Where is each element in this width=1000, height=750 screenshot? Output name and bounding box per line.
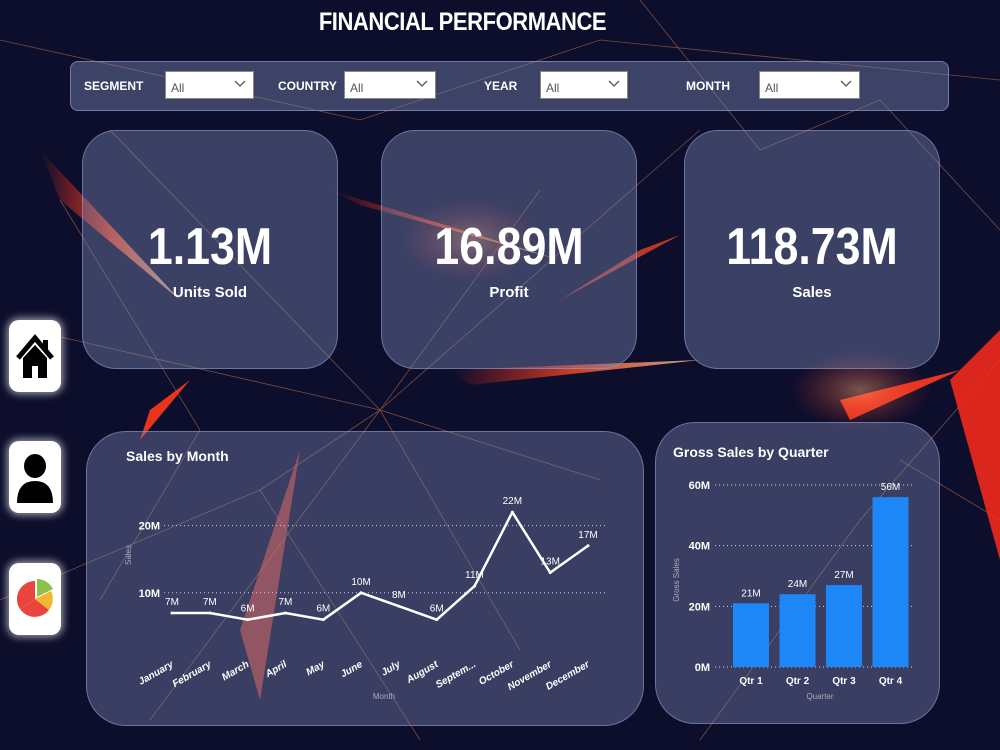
x-tick-label: April [263,659,289,681]
country-dropdown-value: All [350,81,364,95]
data-point [208,611,212,615]
data-label: 6M [430,604,444,615]
x-axis-label: Quarter [806,692,833,701]
page-title: FINANCIAL PERFORMANCE [318,8,607,36]
data-point [397,604,401,608]
x-tick-label: July [380,659,403,679]
data-label: 7M [165,597,179,608]
data-label: 11M [465,570,484,581]
chart-title: Gross Sales by Quarter [673,444,829,460]
chevron-down-icon [234,80,246,87]
kpi-value: 1.13M [147,218,273,276]
bar [733,603,769,667]
data-point [170,611,174,615]
x-tick-label: January [137,659,176,688]
country-dropdown[interactable]: All [344,71,436,99]
year-dropdown-value: All [546,81,560,95]
data-point [321,618,325,622]
home-icon [16,334,54,378]
month-dropdown[interactable]: All [759,71,860,99]
kpi-card-sales: 118.73M Sales [684,130,940,369]
data-point [586,544,590,548]
y-tick-label: 40M [689,541,710,553]
sales-line-series [172,510,589,621]
nav-user-button[interactable] [9,441,61,513]
x-tick-label: June [339,659,365,680]
gross-sales-by-quarter-chart: 0M 20M 40M 60M Gross Sales Quarter 21M Qtr 1 24M… [672,480,913,701]
x-tick-label: Septem... [434,659,478,691]
chevron-down-icon [840,80,852,87]
data-label: 10M [351,577,370,588]
kpi-label: Profit [489,284,529,301]
chevron-down-icon [608,80,620,87]
data-label: 56M [881,482,900,493]
chart-title: Sales by Month [126,448,229,464]
segment-dropdown-value: All [171,81,185,95]
data-point [473,584,477,588]
kpi-value: 118.73M [726,218,898,276]
x-axis-label: Month [373,692,395,701]
data-label: 6M [316,604,330,615]
data-label: 7M [203,597,217,608]
x-tick-label: December [544,659,592,693]
data-point [548,571,552,575]
kpi-card-profit: 16.89M Profit [381,130,637,369]
month-dropdown-value: All [765,81,779,95]
data-label: 22M [503,496,522,507]
y-tick-label: 0M [695,662,710,674]
user-icon [17,454,53,503]
y-tick-label: 10M [139,588,160,600]
y-axis-label: Gross Sales [672,558,681,602]
data-point [510,510,514,514]
segment-dropdown[interactable]: All [165,71,254,99]
kpi-value: 16.89M [434,218,584,276]
data-label: 8M [392,590,406,601]
x-tick-label: Qtr 1 [739,676,763,687]
chevron-down-icon [416,80,428,87]
x-tick-label: Qtr 3 [832,676,856,687]
pie-chart-icon [16,579,53,617]
sales-by-month-chart: 10M 20M Sales Month 7M January 7M February 6M Mar… [124,496,606,701]
data-point [359,591,363,595]
segment-filter-label: SEGMENT [84,79,144,93]
y-axis-label: Sales [124,545,133,565]
kpi-label: Units Sold [172,284,248,301]
y-tick-label: 20M [689,601,710,613]
nav-reports-button[interactable] [9,563,61,635]
nav-home-button[interactable] [9,320,61,392]
y-tick-label: 20M [139,521,160,533]
data-label: 17M [578,530,597,541]
data-label: 27M [834,570,853,581]
x-tick-label: February [171,659,214,690]
data-label: 21M [741,588,760,599]
data-label: 13M [540,557,559,568]
bar [872,497,909,667]
month-filter-label: MONTH [686,79,730,93]
bar [826,585,862,667]
kpi-card-units-sold: 1.13M Units Sold [82,130,338,369]
data-label: 7M [279,597,293,608]
data-label: 6M [241,604,255,615]
x-tick-label: Qtr 2 [786,676,810,687]
x-tick-label: May [304,659,327,678]
kpi-label: Sales [792,284,832,301]
filter-bar: SEGMENT All COUNTRY All YEAR All MONTH A… [70,61,949,111]
year-filter-label: YEAR [484,79,518,93]
y-tick-label: 60M [689,480,710,492]
bar [779,594,816,667]
data-point [283,611,287,615]
x-tick-label: Qtr 4 [879,676,903,687]
data-label: 24M [788,579,807,590]
data-point [246,618,250,622]
x-tick-label: March [220,659,251,683]
country-filter-label: COUNTRY [278,79,337,93]
year-dropdown[interactable]: All [540,71,628,99]
data-point [435,618,439,622]
